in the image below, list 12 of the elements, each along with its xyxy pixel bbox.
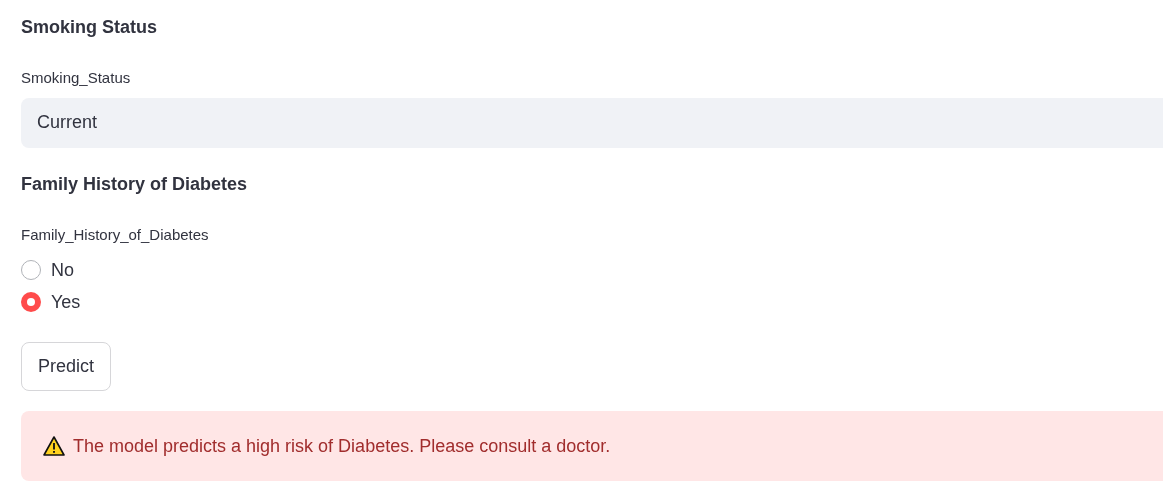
select-field[interactable]: Current	[21, 97, 1163, 148]
warning-icon	[43, 436, 65, 456]
radio-button[interactable]	[21, 260, 41, 280]
section-heading: Family History of Diabetes	[21, 172, 248, 196]
alert-message: The model predicts a high risk of Diabetes. Please consult a doctor.	[73, 434, 611, 458]
radio-button[interactable]	[21, 292, 41, 312]
field-label: Family_History_of_Diabetes	[21, 224, 209, 245]
radio-option[interactable]: No	[21, 258, 74, 282]
field-label: Smoking_Status	[21, 68, 131, 88]
predict-button[interactable]: Predict	[21, 342, 112, 391]
radio-option[interactable]: Yes	[21, 290, 81, 314]
section-heading: Smoking Status	[21, 16, 158, 39]
